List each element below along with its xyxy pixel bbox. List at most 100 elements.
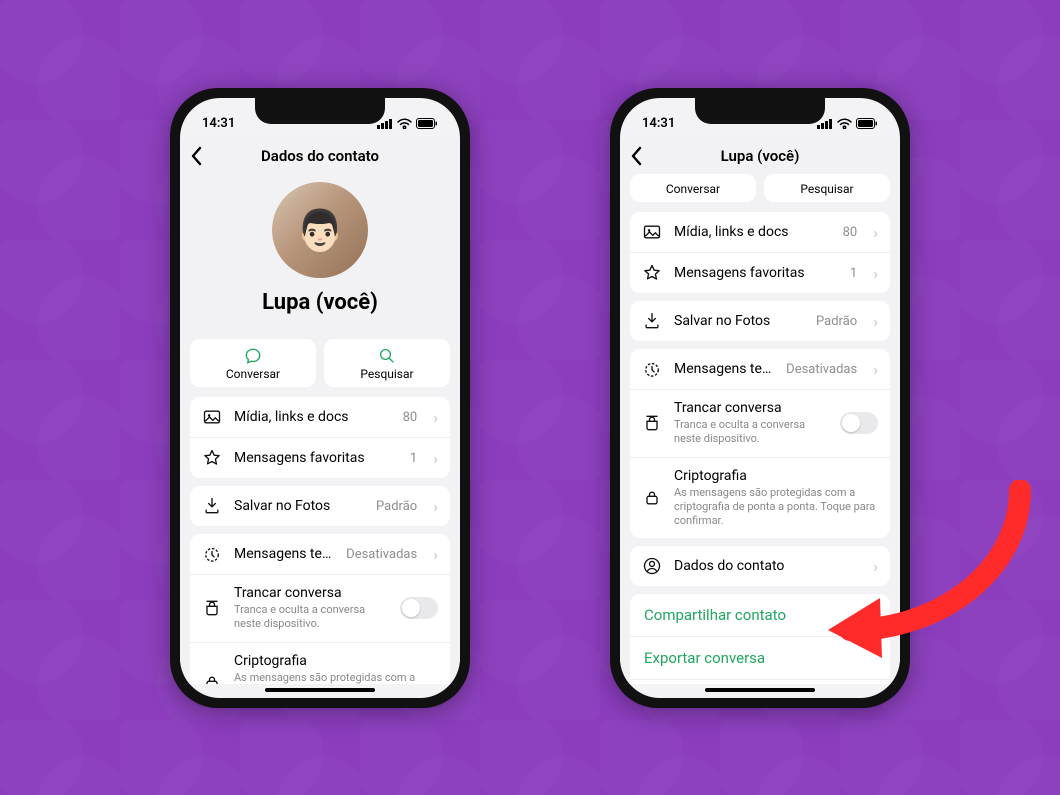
row-starred[interactable]: Mensagens favoritas 1 › — [190, 437, 450, 478]
card-save-photos: Salvar no Fotos Padrão › — [190, 486, 450, 526]
page-title: Dados do contato — [261, 147, 379, 165]
home-indicator — [705, 688, 815, 692]
row-lock-sub: Tranca e oculta a conversa neste disposi… — [674, 418, 828, 447]
row-starred-value: 1 — [850, 266, 857, 281]
card-save-photos: Salvar no Fotos Padrão › — [630, 301, 890, 341]
wifi-icon — [397, 118, 412, 129]
action-chat[interactable]: Conversar — [190, 339, 316, 387]
row-lock-label: Trancar conversa — [234, 585, 388, 601]
row-media-value: 80 — [403, 410, 418, 425]
row-media[interactable]: Mídia, links e docs 80 › — [190, 397, 450, 437]
chat-icon — [244, 347, 262, 365]
row-contact-details[interactable]: Dados do contato › — [630, 546, 890, 586]
chevron-right-icon: › — [433, 497, 438, 516]
chevron-right-icon: › — [873, 264, 878, 283]
chevron-left-icon — [190, 146, 202, 166]
page-title: Lupa (você) — [721, 147, 800, 165]
star-icon — [642, 263, 662, 283]
lock-toggle[interactable] — [400, 597, 438, 619]
card-disappearing-lock-crypto: Mensagens te… Desativadas › Trancar conv… — [190, 534, 450, 684]
row-export-chat[interactable]: Exportar conversa — [630, 636, 890, 679]
row-save-photos-value: Padrão — [376, 499, 417, 514]
action-row: Conversar Pesquisar — [630, 174, 890, 202]
row-lock[interactable]: Trancar conversa Tranca e oculta a conve… — [630, 389, 890, 457]
download-icon — [642, 311, 662, 331]
scroll-area[interactable]: 👨🏻 Lupa (você) Conversar Pesqu — [180, 174, 460, 684]
row-media-value: 80 — [843, 225, 858, 240]
action-search-label: Pesquisar — [800, 182, 853, 196]
phone-bezel: 14:31 Dados do contato 👨🏻 Lupa (você) — [180, 98, 460, 698]
row-save-photos-label: Salvar no Fotos — [674, 313, 804, 329]
action-chat[interactable]: Conversar — [630, 174, 756, 202]
notch — [695, 98, 825, 124]
row-media-label: Mídia, links e docs — [674, 224, 831, 240]
row-encryption[interactable]: Criptografia As mensagens são protegidas… — [630, 457, 890, 539]
row-media[interactable]: Mídia, links e docs 80 › — [630, 212, 890, 252]
phone-mockup-right: 14:31 Lupa (você) Conversar — [610, 88, 910, 708]
row-media-label: Mídia, links e docs — [234, 409, 391, 425]
back-button[interactable] — [190, 146, 218, 166]
row-lock[interactable]: Trancar conversa Tranca e oculta a conve… — [190, 574, 450, 642]
home-indicator — [265, 688, 375, 692]
contact-name: Lupa (você) — [262, 290, 378, 315]
row-lock-label: Trancar conversa — [674, 400, 828, 416]
card-media-starred: Mídia, links e docs 80 › Mensagens favor… — [190, 397, 450, 478]
chevron-right-icon: › — [433, 545, 438, 564]
scroll-area[interactable]: Conversar Pesquisar Mídia, links e docs … — [620, 174, 900, 684]
chevron-right-icon: › — [873, 557, 878, 576]
person-icon — [642, 556, 662, 576]
card-contact-details: Dados do contato › — [630, 546, 890, 586]
image-icon — [642, 222, 662, 242]
row-starred-label: Mensagens favoritas — [674, 265, 838, 281]
row-starred-label: Mensagens favoritas — [234, 450, 398, 466]
row-contact-details-label: Dados do contato — [674, 558, 861, 574]
row-encryption-sub: As mensagens são protegidas com a cripto… — [674, 486, 878, 529]
row-save-photos[interactable]: Salvar no Fotos Padrão › — [630, 301, 890, 341]
row-encryption[interactable]: Criptografia As mensagens são protegidas… — [190, 642, 450, 684]
lock-icon — [202, 673, 222, 684]
row-share-contact[interactable]: Compartilhar contato — [630, 594, 890, 636]
lock-toggle[interactable] — [840, 412, 878, 434]
action-chat-label: Conversar — [226, 367, 280, 381]
export-chat-label: Exportar conversa — [644, 649, 765, 667]
action-chat-label: Conversar — [666, 182, 720, 196]
row-disappearing[interactable]: Mensagens te… Desativadas › — [630, 349, 890, 389]
back-button[interactable] — [630, 146, 658, 166]
chevron-right-icon: › — [873, 360, 878, 379]
notch — [255, 98, 385, 124]
action-search[interactable]: Pesquisar — [324, 339, 450, 387]
action-search[interactable]: Pesquisar — [764, 174, 890, 202]
row-save-photos-label: Salvar no Fotos — [234, 498, 364, 514]
action-row: Conversar Pesquisar — [190, 339, 450, 387]
download-icon — [202, 496, 222, 516]
screen: Lupa (você) Conversar Pesquisar — [620, 138, 900, 684]
chevron-left-icon — [630, 146, 642, 166]
row-clear-chat[interactable]: Limpar conversa — [630, 679, 890, 684]
search-icon — [378, 347, 396, 365]
status-icons — [817, 118, 878, 129]
status-time: 14:31 — [642, 116, 675, 131]
lock-icon — [642, 488, 662, 508]
row-save-photos[interactable]: Salvar no Fotos Padrão › — [190, 486, 450, 526]
lock-conversation-icon — [642, 413, 662, 433]
avatar[interactable]: 👨🏻 — [272, 182, 368, 278]
row-encryption-label: Criptografia — [234, 653, 438, 669]
chevron-right-icon: › — [873, 223, 878, 242]
status-icons — [377, 118, 438, 129]
row-disappearing[interactable]: Mensagens te… Desativadas › — [190, 534, 450, 574]
wifi-icon — [837, 118, 852, 129]
chevron-right-icon: › — [433, 449, 438, 468]
row-save-photos-value: Padrão — [816, 314, 857, 329]
share-contact-label: Compartilhar contato — [644, 606, 786, 624]
image-icon — [202, 407, 222, 427]
row-encryption-label: Criptografia — [674, 468, 878, 484]
row-starred[interactable]: Mensagens favoritas 1 › — [630, 252, 890, 293]
phone-mockup-left: 14:31 Dados do contato 👨🏻 Lupa (você) — [170, 88, 470, 708]
nav-header: Lupa (você) — [620, 138, 900, 174]
row-lock-sub: Tranca e oculta a conversa neste disposi… — [234, 603, 388, 632]
nav-header: Dados do contato — [180, 138, 460, 174]
chevron-right-icon: › — [433, 408, 438, 427]
timer-icon — [642, 359, 662, 379]
row-starred-value: 1 — [410, 451, 417, 466]
card-disappearing-lock-crypto: Mensagens te… Desativadas › Trancar conv… — [630, 349, 890, 538]
